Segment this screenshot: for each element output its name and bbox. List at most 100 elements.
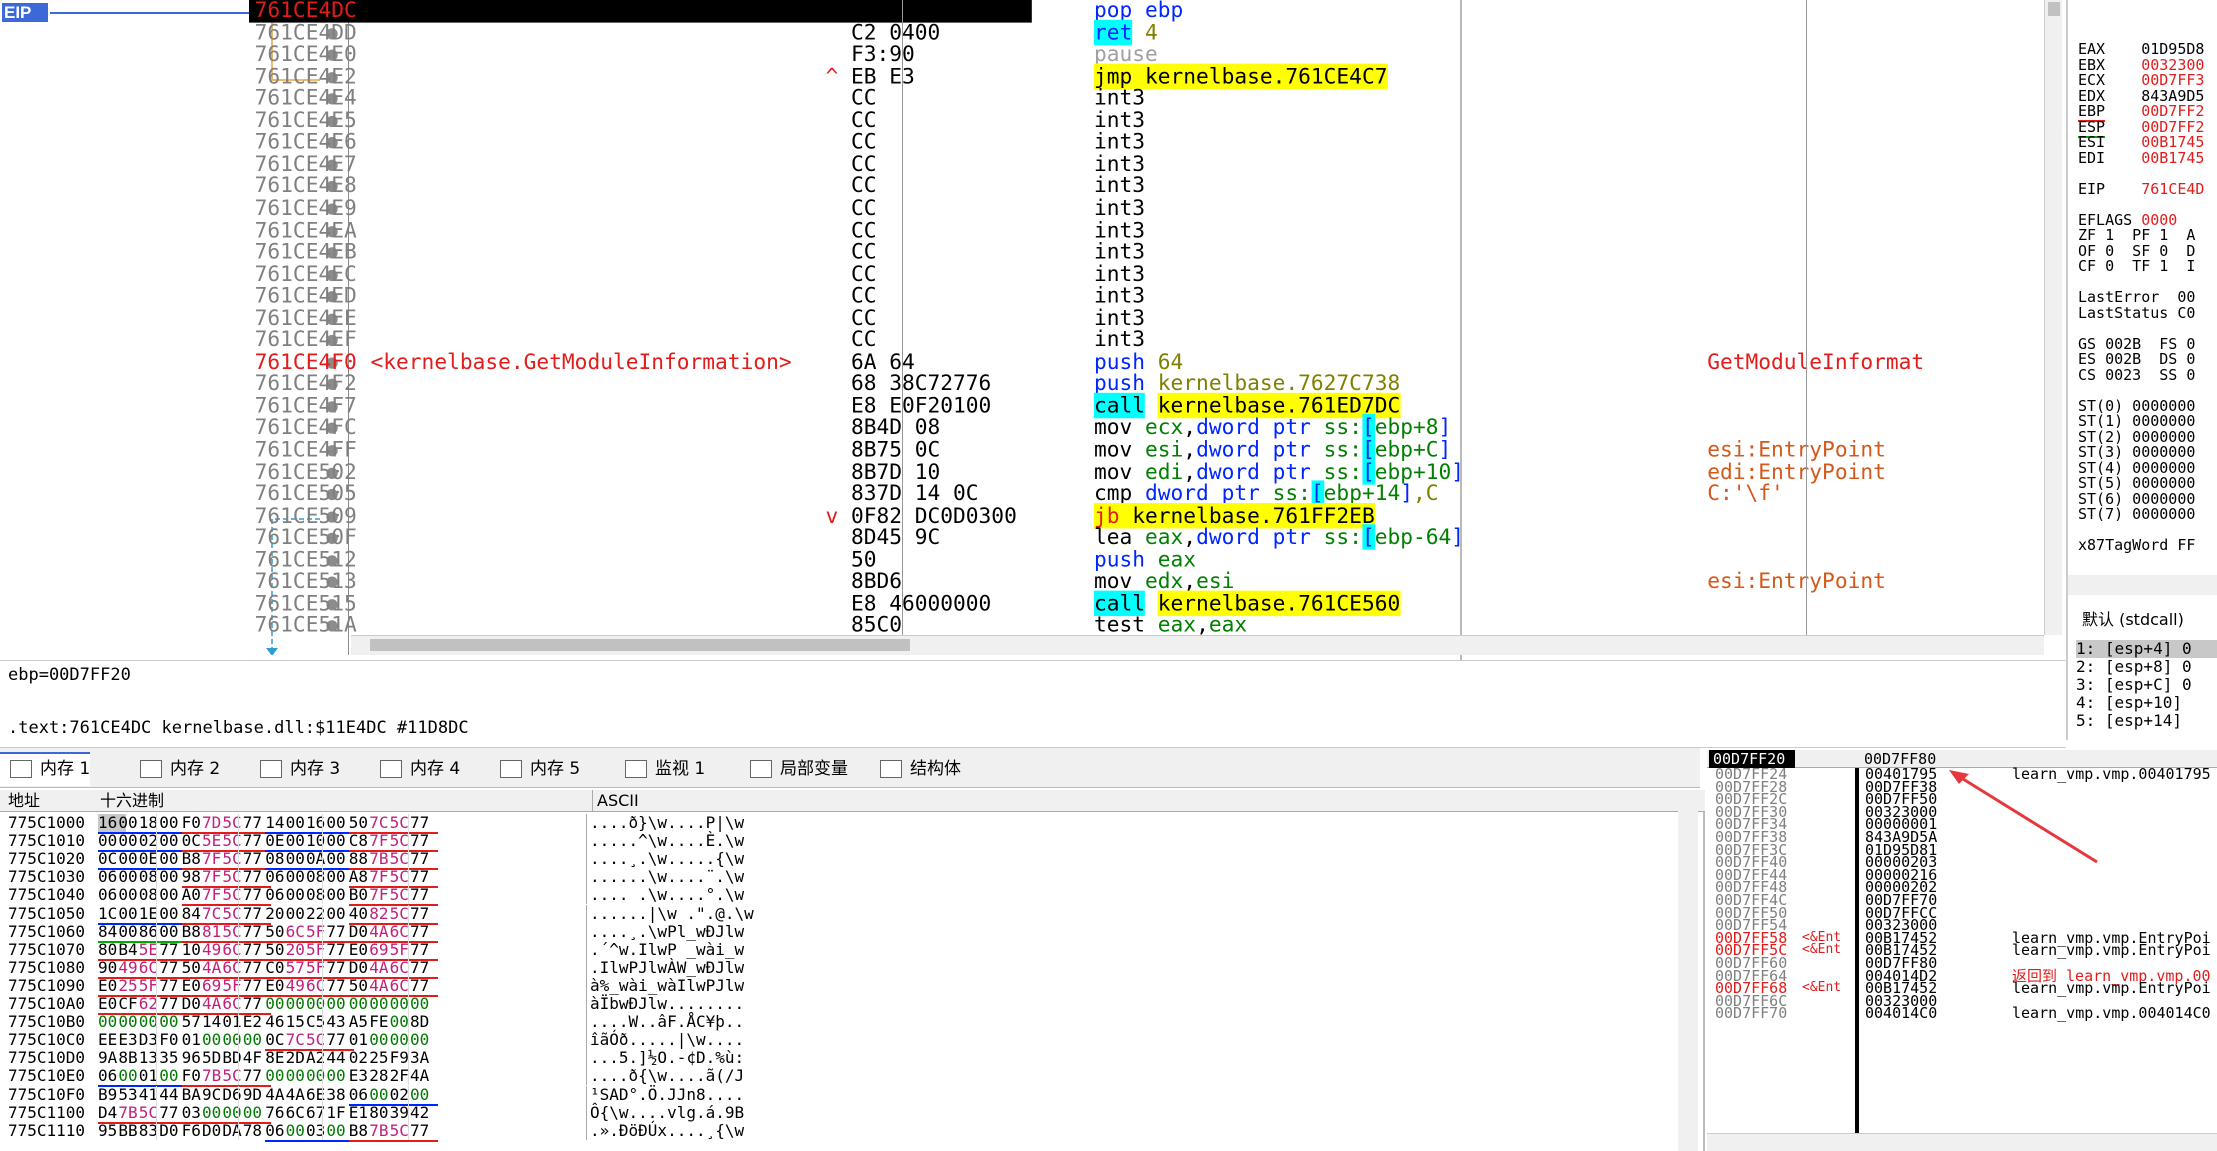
dump-ascii[interactable]: ....¸.\wPl_wÐJlw — [590, 922, 744, 941]
disasm-row[interactable]: 761CE4EA CC int3 — [249, 219, 2217, 242]
dump-address[interactable]: 775C1000 — [8, 814, 85, 832]
dump-row[interactable]: 775C1100 D4 7B 5C 77 03 00 00 00 76 6C 67 1F E1 80 39 42… — [0, 1103, 760, 1124]
stack-value[interactable]: 004014C0 — [1865, 1006, 1937, 1021]
dump-address[interactable]: 775C1090 — [8, 976, 85, 995]
tab-memory-4[interactable]: 内存 4 — [370, 754, 460, 784]
dump-address[interactable]: 775C10D0 — [8, 1049, 85, 1067]
disasm-row[interactable]: 761CE4EC CC int3 — [249, 263, 2217, 286]
hex-byte[interactable]: 00 — [410, 995, 438, 1013]
dump-ascii[interactable]: ....W..âF.ÅC¥þ.. — [590, 1013, 744, 1031]
disasm-row[interactable]: 761CE4E4 CC int3 — [249, 87, 2217, 110]
dump-ascii[interactable]: .... .\w....°.\w — [590, 886, 744, 904]
disasm-row[interactable]: 761CE4E9 CC int3 — [249, 197, 2217, 220]
dump-ascii[interactable]: ...5.]½O.-¢D.%ù: — [590, 1049, 744, 1067]
instruction-address[interactable]: 761CE4E9 — [255, 197, 357, 220]
dump-row[interactable]: 775C1030 06 00 08 00 98 7F 5C 77 06 00 08 00 A8 7F 5C 77… — [0, 868, 760, 889]
tab-memory-3[interactable]: 内存 3 — [250, 754, 340, 784]
disasm-row[interactable]: 761CE4DC 5D pop ebp — [249, 0, 2217, 22]
dump-row[interactable]: 775C10C0 EE E3 D3 F0 01 00 00 00 0C 7C 5C 77 01 00 00 00… — [0, 1031, 760, 1052]
dump-ascii[interactable]: .....^\w....È.\w — [590, 832, 744, 850]
dump-row[interactable]: 775C1000 16 00 18 00 F0 7D 5C 77 14 00 16 00 50 7C 5C 77… — [0, 814, 760, 834]
register-row[interactable]: CS 0023 SS 0 — [2078, 367, 2195, 383]
stack-address[interactable]: 00D7FF70 — [1715, 1006, 1787, 1021]
dump-row[interactable]: 775C10B0 00 00 00 00 57 14 01 E2 46 15 C5 43 A5 FE 00 8D… — [0, 1013, 760, 1032]
disasm-row[interactable]: 761CE4EB CC int3 — [249, 241, 2217, 264]
memory-dump-pane[interactable]: 地址 十六进制 ASCII 775C1000 16 00 18 00 F0 7D 5C 77 14… — [0, 790, 1705, 1151]
tab-memory-1[interactable]: 内存 1 — [0, 752, 91, 786]
tab-struct[interactable]: 结构体 — [870, 754, 961, 784]
dump-row[interactable]: 775C1060 84 00 86 00 B8 81 5C 77 50 6C 5F 77 D0 4A 6C 77… — [0, 922, 760, 943]
dump-ascii[interactable]: ......|\w .".@.\w — [590, 904, 754, 923]
dump-address[interactable]: 775C1080 — [8, 958, 85, 977]
dump-address[interactable]: 775C1100 — [8, 1103, 85, 1122]
dump-row[interactable]: 775C1050 1C 00 1E 00 84 7C 5C 77 20 00 22 00 40 82 5C 77… — [0, 904, 760, 925]
disassembly-pane[interactable]: EIP 761CE4DC 5D pop ebp 761CE4DD C2 0400 ret … — [0, 0, 2062, 660]
disasm-row[interactable]: 761CE4E8 CC int3 — [249, 175, 2217, 198]
dump-ascii[interactable]: .IlwPJlwÀW_wÐJlw — [590, 958, 744, 977]
vertical-scrollbar[interactable] — [2044, 0, 2062, 635]
dump-address[interactable]: 775C1110 — [8, 1121, 85, 1140]
register-row[interactable]: EIP 761CE4D — [2078, 180, 2204, 198]
register-row[interactable]: EDI 00B1745 — [2078, 149, 2204, 167]
instruction-address[interactable]: 761CE4FF — [255, 439, 357, 461]
disasm-row[interactable]: 761CE4DD C2 0400 ret 4 — [249, 19, 2217, 45]
dump-ascii[interactable]: àÏbwÐJlw........ — [590, 995, 744, 1013]
dump-address[interactable]: 775C10A0 — [8, 995, 85, 1013]
hex-byte[interactable]: 8D — [410, 1013, 438, 1031]
instruction-address[interactable]: 761CE4DC — [255, 0, 357, 22]
dump-row[interactable]: 775C1040 06 00 08 00 A0 7F 5C 77 06 00 08 00 B0 7F 5C 77… — [0, 886, 760, 907]
dump-row[interactable]: 775C1070 80 B4 5E 77 10 49 6C 77 50 20 5F 77 E0 69 5F 77… — [0, 940, 760, 961]
dump-row[interactable]: 775C10F0 B9 53 41 44 BA 9C D6 9D 4A 4A 6E 38 06 00 02 00… — [0, 1085, 760, 1106]
register-row[interactable]: CF 0 TF 1 I — [2078, 259, 2195, 274]
stack-row[interactable]: 00D7FF70 004014C0 learn_vmp.vmp.004014C0 — [1707, 1006, 2217, 1021]
dump-address[interactable]: 775C10F0 — [8, 1085, 85, 1104]
hex-byte[interactable]: 3A — [410, 1049, 438, 1067]
dump-address[interactable]: 775C1070 — [8, 940, 85, 959]
dump-row[interactable]: 775C1010 00 00 02 00 0C 5E 5C 77 0E 00 10 00 C8 7F 5C 77… — [0, 832, 760, 853]
dump-scrollbar[interactable] — [1678, 794, 1698, 1151]
dump-row[interactable]: 775C1020 0C 00 0E 00 B8 7F 5C 77 08 00 0A 00 88 7B 5C 77… — [0, 850, 760, 871]
dump-address[interactable]: 775C1060 — [8, 922, 85, 941]
register-row[interactable]: ST(7) 0000000 — [2078, 507, 2195, 522]
dump-address[interactable]: 775C1030 — [8, 868, 85, 886]
register-value[interactable]: 00B1745 — [2105, 149, 2204, 167]
dump-address[interactable]: 775C10C0 — [8, 1031, 85, 1049]
dump-address[interactable]: 775C10B0 — [8, 1013, 85, 1031]
tab-locals[interactable]: 局部变量 — [740, 754, 848, 784]
dump-row[interactable]: 775C10D0 9A 8B 13 35 96 5D BD 4F 8E 2D A2 44 02 25 F9 3A… — [0, 1049, 760, 1068]
dump-ascii[interactable]: Ô{\w....vlg.á.9B — [590, 1103, 744, 1122]
dump-row[interactable]: 775C1110 95 BB 83 D0 F6 D0 DA 78 06 00 03 00 B8 7B 5C 77… — [0, 1121, 760, 1142]
register-value[interactable]: 761CE4D — [2105, 180, 2204, 198]
disasm-row[interactable]: 761CE4E2 ^ EB E3 jmp kernelbase.761CE4C7 — [249, 63, 2217, 89]
register-row[interactable]: x87TagWord FF — [2078, 538, 2195, 553]
dump-row[interactable]: 775C10E0 06 00 01 00 F0 7B 5C 77 00 00 00 00 E3 28 2F 4A… — [0, 1067, 760, 1088]
scroll-thumb[interactable] — [2048, 2, 2060, 16]
disasm-row[interactable]: 761CE4EE CC int3 — [249, 306, 2217, 330]
tab-watch-1[interactable]: 监视 1 — [615, 754, 705, 784]
dump-ascii[interactable]: .».ÐöÐÚx....¸{\w — [590, 1121, 744, 1140]
disasm-row[interactable]: 761CE4E5 CC int3 — [249, 109, 2217, 132]
registers-pane[interactable]: EAX 01D95D8 EBX 0032300 ECX 00D7FF3 EDX 843… — [2066, 0, 2217, 600]
disasm-row[interactable]: 761CE51A 85C0 test eax,eax — [249, 614, 2217, 637]
dump-row[interactable]: 775C10A0 E0 CF 62 77 D0 4A 6C 77 00 00 00 00 00 00 00 00… — [0, 995, 760, 1015]
dump-row[interactable]: 775C1080 90 49 6C 77 50 4A 6C 77 C0 57 5F 77 D0 4A 6C 77… — [0, 958, 760, 979]
dump-ascii[interactable]: îãÓð.....|\w.... — [590, 1031, 744, 1049]
stack-scrollbar[interactable] — [1707, 1133, 2217, 1151]
hex-byte[interactable]: 77 — [410, 1121, 438, 1142]
dump-ascii[interactable]: ....ð{\w....ã(/J — [590, 1067, 744, 1085]
dump-tab-bar[interactable]: 内存 1 内存 2 内存 3 内存 4 内存 5 监视 1 局部变量 结构体 — [0, 748, 1700, 788]
dump-address[interactable]: 775C10E0 — [8, 1067, 85, 1085]
dump-ascii[interactable]: .´^w.IlwP _wài_w — [590, 940, 744, 959]
hex-byte[interactable]: 00 — [410, 1031, 438, 1049]
instruction-address[interactable]: 761CE4EB — [255, 241, 357, 264]
dump-address[interactable]: 775C1010 — [8, 832, 85, 850]
dump-ascii[interactable]: à%_wài_wàIlwPJlw — [590, 976, 744, 995]
dump-ascii[interactable]: ¹SAD°.Ö.JJn8.... — [590, 1085, 744, 1104]
dump-address[interactable]: 775C1020 — [8, 850, 85, 868]
disasm-row[interactable]: 761CE4ED CC int3 — [249, 285, 2217, 308]
dump-address[interactable]: 775C1040 — [8, 886, 85, 904]
dump-row[interactable]: 775C1090 E0 25 5F 77 E0 69 5F 77 E0 49 6C 77 50 4A 6C 77… — [0, 976, 760, 997]
dump-ascii[interactable]: ....¸.\w.....{\w — [590, 850, 744, 868]
tab-memory-2[interactable]: 内存 2 — [130, 754, 220, 784]
stack-pane[interactable]: 00D7FF20 00D7FF80 00D7FF24 00401795 learn_… — [1707, 748, 2217, 1151]
